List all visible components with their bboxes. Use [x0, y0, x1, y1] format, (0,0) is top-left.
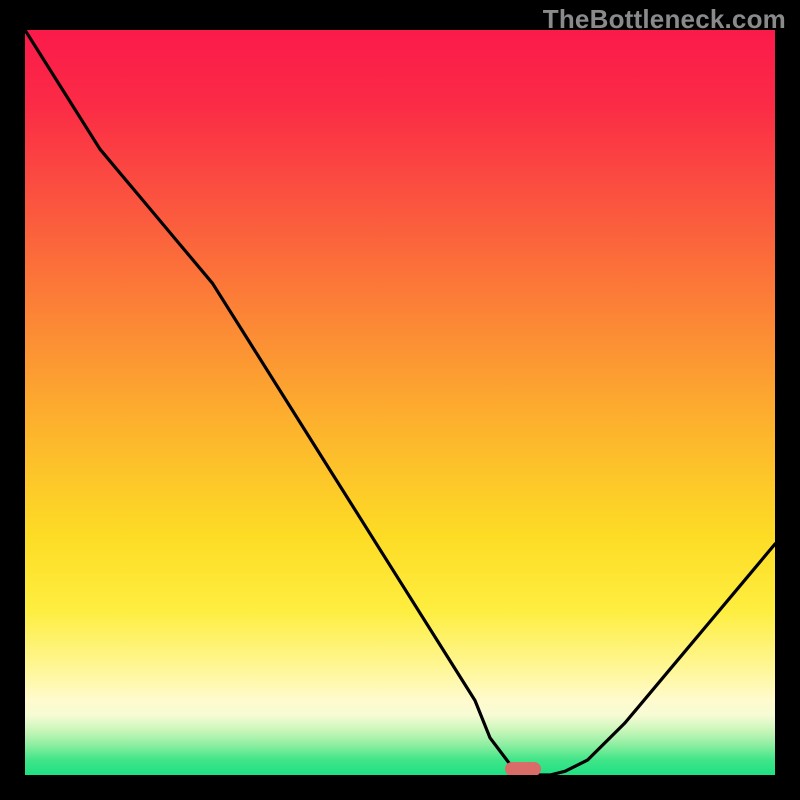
curve-path	[25, 30, 775, 775]
plot-area	[25, 30, 775, 775]
chart-frame: TheBottleneck.com	[0, 0, 800, 800]
bottleneck-curve	[25, 30, 775, 775]
optimal-marker	[505, 762, 541, 775]
